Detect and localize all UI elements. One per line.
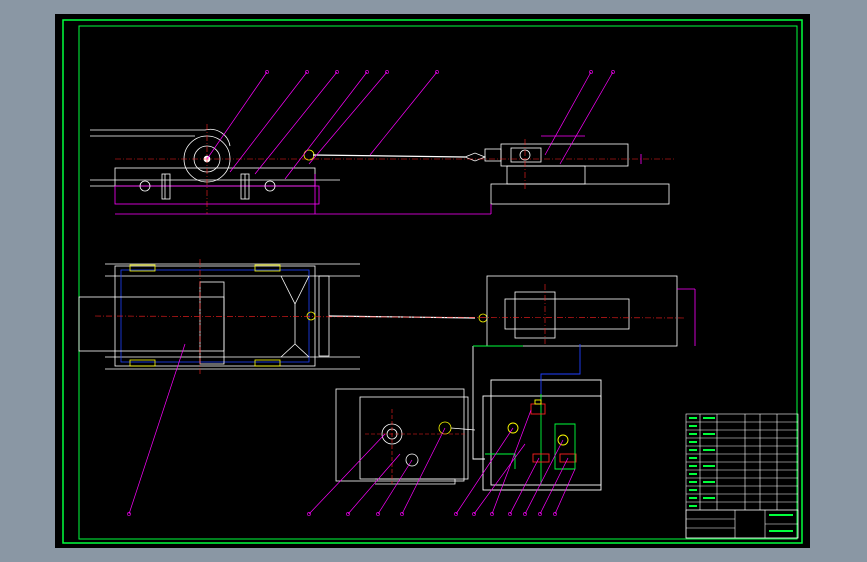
- conveyor-frame: [114, 167, 316, 187]
- pump-base-plate: [359, 396, 469, 480]
- pump-station-centerlines: [365, 409, 465, 484]
- coupling: [303, 149, 315, 161]
- plan-view: [78, 263, 696, 370]
- title-block: [685, 413, 799, 539]
- parts-list-marks: [689, 417, 793, 532]
- drawing-sheet: [55, 14, 810, 548]
- side-elevation-view: [90, 128, 670, 215]
- plan-cylinder: [486, 275, 678, 347]
- directional-valve: [530, 403, 546, 415]
- parts-list: [685, 413, 799, 539]
- balloon-leaders: [128, 71, 614, 515]
- outer-border: [62, 19, 803, 544]
- cad-drawing: [62, 19, 803, 544]
- hydraulic-schematic: [472, 344, 602, 491]
- plan-coupling: [306, 311, 316, 321]
- cad-viewport[interactable]: [0, 0, 867, 562]
- tie-rod: [312, 154, 466, 158]
- cylinder-base: [490, 183, 670, 205]
